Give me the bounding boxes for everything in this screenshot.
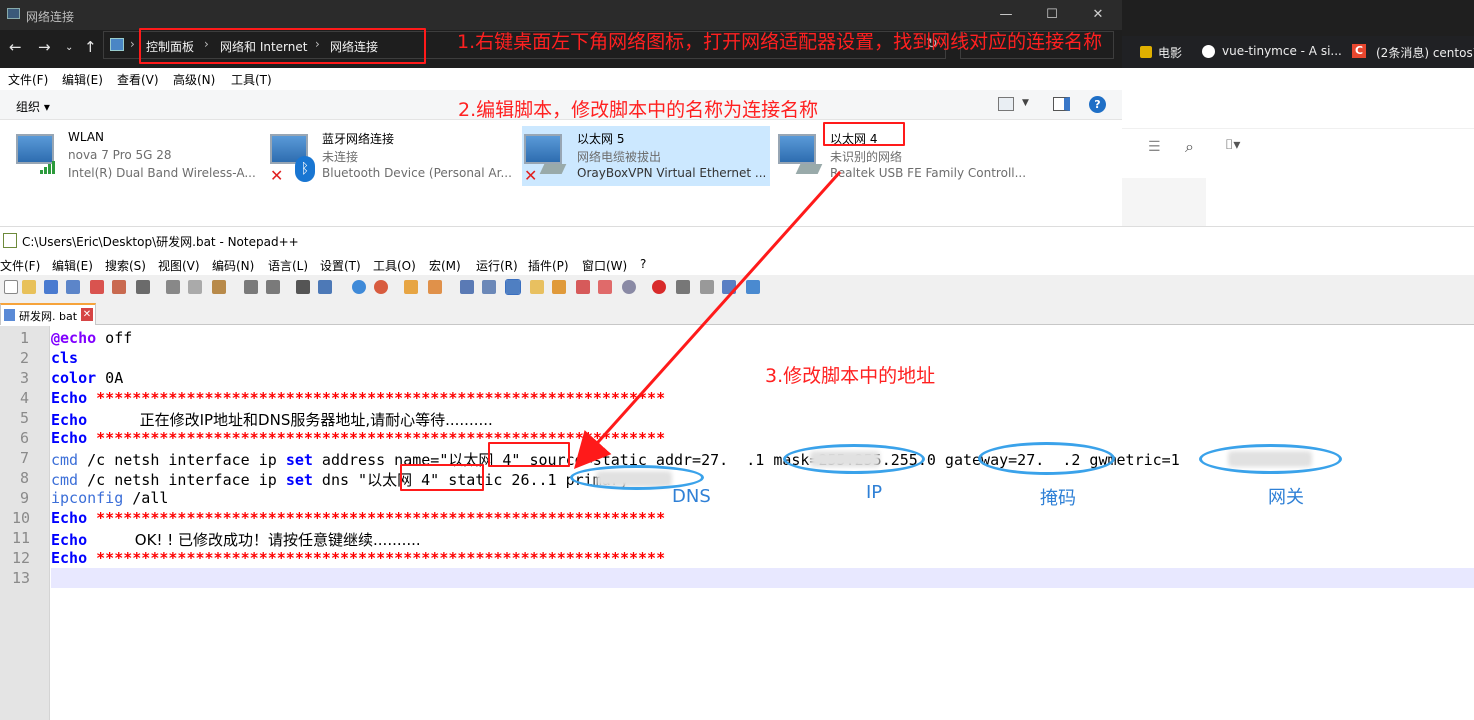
annotation-step-2: 2.编辑脚本，修改脚本中的名称为连接名称: [458, 99, 819, 121]
annotation-step-3: 3.修改脚本中的地址: [765, 365, 936, 387]
label-dns: DNS: [672, 486, 711, 507]
annotation-step-1: 1.右键桌面左下角网络图标，打开网络适配器设置，找到网线对应的连接名称: [457, 31, 1103, 53]
label-mask: 掩码: [1040, 488, 1076, 509]
label-gateway: 网关: [1268, 487, 1304, 508]
label-ip: IP: [866, 482, 883, 503]
